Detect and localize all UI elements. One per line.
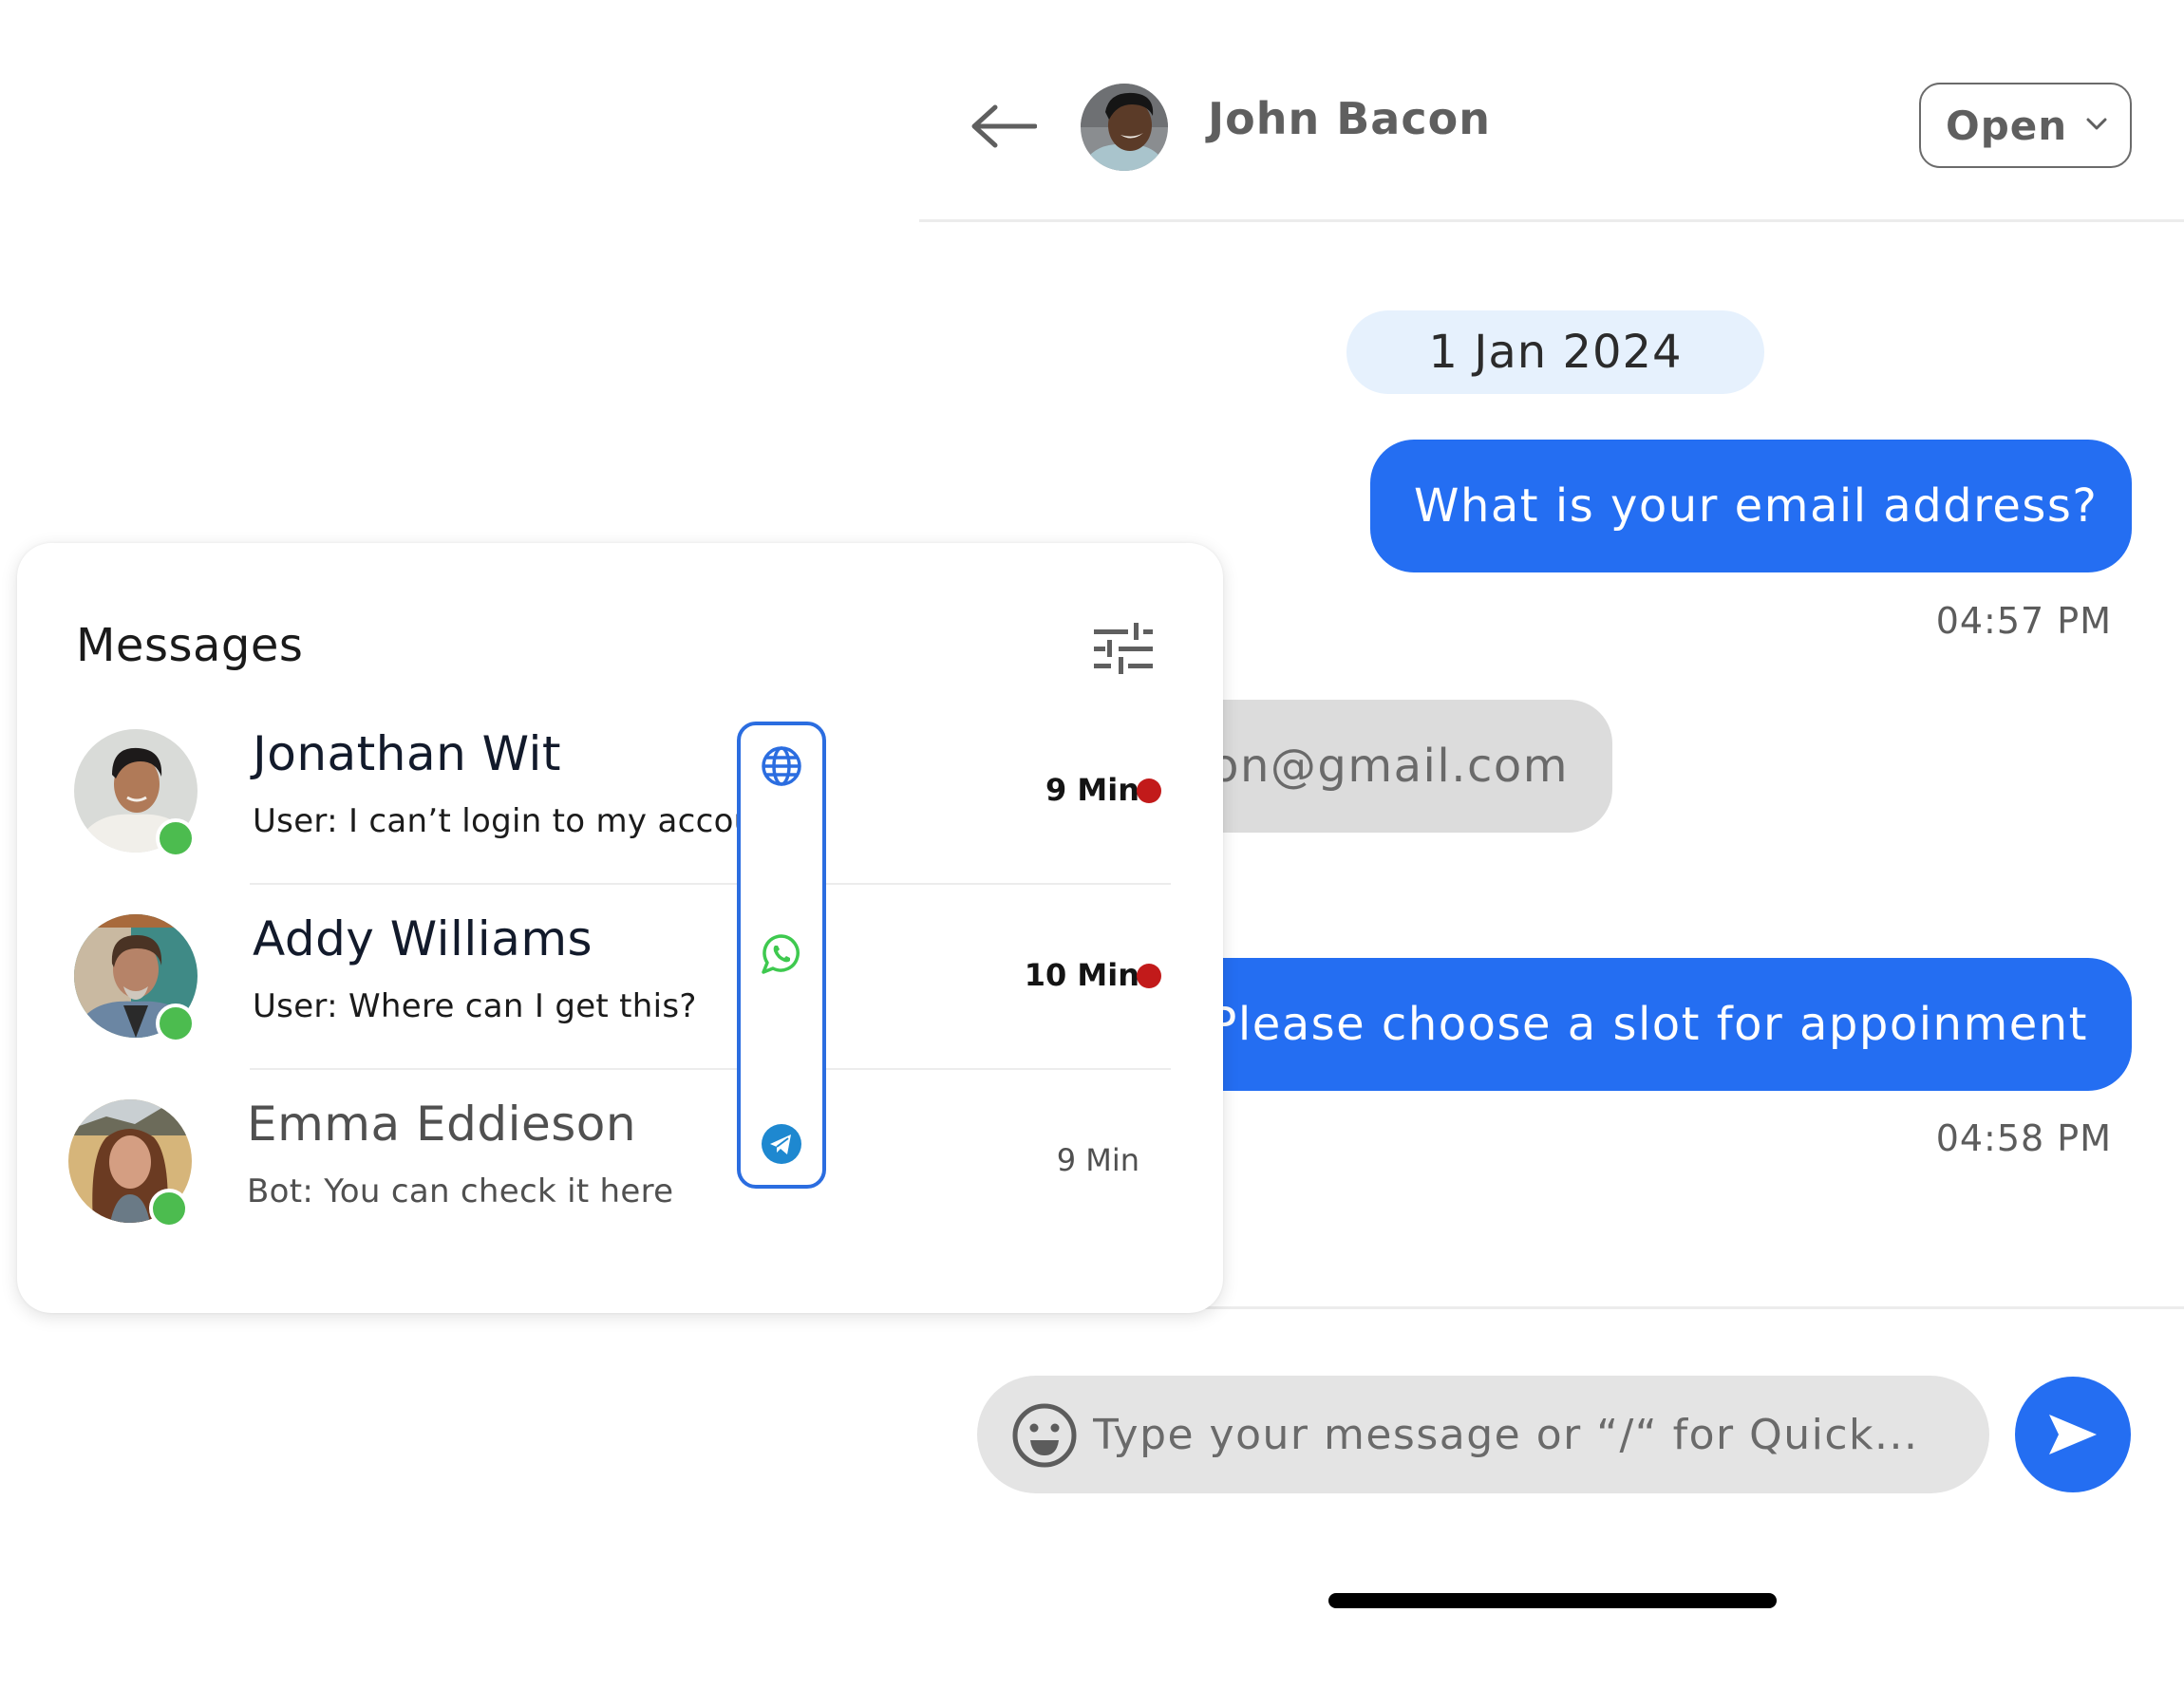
back-button[interactable] (969, 95, 1039, 158)
message-preview: Bot: You can check it here (247, 1172, 674, 1210)
last-message-time: 10 Min (1024, 957, 1139, 993)
last-message-time: 9 Min (1045, 772, 1139, 808)
message-preview: User: I can’t login to my account (253, 802, 788, 840)
messages-panel: Messages Jonathan Wit User: I can’t logi… (17, 543, 1223, 1313)
chevron-down-icon (2086, 118, 2107, 130)
unread-indicator (1137, 964, 1161, 988)
conversation-list-item[interactable]: Jonathan Wit User: I can’t login to my a… (17, 698, 1223, 885)
message-timestamp: 04:58 PM (1935, 1117, 2112, 1159)
contact-name: Jonathan Wit (253, 726, 562, 781)
outgoing-message-bubble[interactable]: What is your email address? (1370, 440, 2132, 572)
channel-whatsapp[interactable] (760, 932, 803, 976)
status-dropdown[interactable]: Open (1919, 83, 2132, 168)
contact-avatar-image (1081, 84, 1168, 171)
emoji-button[interactable] (1011, 1402, 1078, 1469)
channel-telegram[interactable] (760, 1122, 803, 1166)
smiley-icon (1012, 1403, 1077, 1468)
sliders-icon (1094, 623, 1153, 674)
conversation-list-item[interactable]: Addy Williams User: Where can I get this… (17, 883, 1223, 1070)
date-separator: 1 Jan 2024 (1346, 310, 1764, 394)
send-icon (2049, 1415, 2097, 1454)
last-message-time: 9 Min (1056, 1142, 1139, 1178)
status-dropdown-value: Open (1946, 102, 2068, 149)
date-separator-label: 1 Jan 2024 (1428, 326, 1683, 379)
message-preview: User: Where can I get this? (253, 987, 697, 1025)
whatsapp-icon (762, 934, 800, 974)
arrow-left-icon (971, 104, 1037, 148)
globe-icon (762, 746, 801, 786)
contact-avatar[interactable] (1081, 84, 1168, 171)
message-text: Please choose a slot for appoinment (1209, 998, 2088, 1051)
online-status-indicator (149, 1189, 189, 1228)
contact-name: John Bacon (1208, 93, 1491, 144)
channel-web[interactable] (760, 744, 803, 788)
message-text: What is your email address? (1414, 479, 2099, 533)
filter-button[interactable] (1088, 617, 1157, 684)
home-indicator (1328, 1593, 1777, 1608)
unread-indicator (1137, 778, 1161, 803)
contact-name: Addy Williams (253, 911, 593, 966)
message-input[interactable] (1093, 1393, 1948, 1476)
telegram-icon (762, 1124, 801, 1164)
send-button[interactable] (2015, 1377, 2131, 1492)
channel-selector (737, 722, 826, 1189)
contact-name: Emma Eddieson (247, 1097, 637, 1152)
message-text: on@gmail.com (1211, 740, 1569, 793)
online-status-indicator (156, 1003, 196, 1043)
message-composer (977, 1376, 1989, 1493)
online-status-indicator (156, 818, 196, 858)
message-timestamp: 04:57 PM (1935, 600, 2112, 642)
header-divider (919, 219, 2184, 222)
panel-title: Messages (76, 619, 304, 672)
conversation-list-item[interactable]: Emma Eddieson Bot: You can check it here… (17, 1068, 1223, 1253)
